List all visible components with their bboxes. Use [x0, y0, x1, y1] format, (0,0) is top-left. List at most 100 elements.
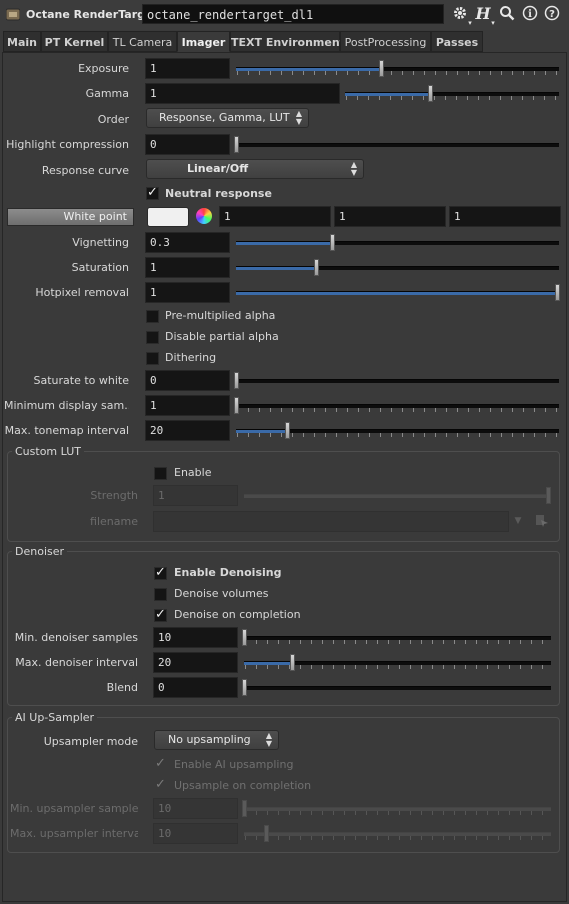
- node-name-field[interactable]: octane_rendertarget_dl1: [142, 4, 444, 24]
- min-upsampler-samples-slider-handle: [242, 800, 247, 817]
- strength-slider-handle: [546, 487, 551, 504]
- saturation-label: Saturation: [71, 261, 129, 274]
- pre-multiplied-alpha-checkbox[interactable]: [146, 310, 159, 323]
- min-upsampler-samples-slider-ticks: [245, 811, 551, 815]
- custom-lut-enable-checkbox[interactable]: [154, 467, 167, 480]
- min-denoiser-samples-field[interactable]: 10: [153, 627, 238, 648]
- file-browse-icon: [535, 513, 549, 527]
- highlight-compression-slider-handle[interactable]: [234, 136, 239, 153]
- enable-denoising-label: Enable Denoising: [174, 566, 282, 579]
- strength-field: 1: [153, 485, 238, 506]
- exposure-slider[interactable]: [236, 67, 559, 71]
- exposure-field[interactable]: 1: [145, 58, 230, 79]
- node-type-icon: [6, 8, 20, 21]
- svg-text:?: ?: [549, 9, 555, 20]
- dropdown-arrows-icon: ▲ ▼: [295, 109, 302, 126]
- hotpixel-removal-label: Hotpixel removal: [35, 286, 129, 299]
- order-dropdown[interactable]: Response, Gamma, LUT ▲ ▼: [146, 108, 309, 128]
- tab-tl-camera[interactable]: TL Camera: [108, 31, 177, 52]
- enable-denoising-checkbox[interactable]: ✓: [154, 566, 167, 580]
- white-point-b-field[interactable]: 1: [449, 206, 561, 227]
- upsample-on-completion-checkbox: ✓: [155, 777, 166, 792]
- denoise-volumes-checkbox[interactable]: [154, 588, 167, 601]
- min-denoiser-samples-slider-handle[interactable]: [242, 629, 247, 646]
- color-wheel-icon[interactable]: [196, 208, 212, 224]
- saturate-to-white-label: Saturate to white: [33, 374, 130, 387]
- denoise-on-completion-checkbox[interactable]: ✓: [154, 608, 167, 622]
- denoise-volumes-label: Denoise volumes: [174, 587, 269, 600]
- hotpixel-removal-slider-handle[interactable]: [555, 284, 560, 301]
- upsampler-mode-dropdown[interactable]: No upsampling ▲ ▼: [154, 730, 279, 750]
- gamma-label: Gamma: [85, 87, 129, 100]
- hotpixel-removal-slider[interactable]: [236, 291, 559, 295]
- hotpixel-removal-field[interactable]: 1: [145, 282, 230, 303]
- search-icon[interactable]: [498, 5, 516, 23]
- tab-imager[interactable]: Imager: [177, 31, 230, 52]
- white-point-swatch[interactable]: [147, 207, 189, 227]
- highlight-compression-slider[interactable]: [236, 143, 559, 147]
- chevron-down-icon[interactable]: ▾: [489, 14, 497, 32]
- pre-multiplied-alpha-label: Pre-multiplied alpha: [165, 309, 276, 322]
- highlight-compression-field[interactable]: 0: [145, 134, 230, 155]
- neutral-response-checkbox[interactable]: ✓: [146, 186, 159, 200]
- blend-slider-handle[interactable]: [242, 679, 247, 696]
- disable-partial-alpha-checkbox[interactable]: [146, 331, 159, 344]
- blend-label: Blend: [106, 681, 138, 694]
- max-denoiser-interval-slider-handle[interactable]: [290, 654, 295, 671]
- order-value: Response, Gamma, LUT: [159, 111, 290, 124]
- dropdown-arrows-icon: ▲ ▼: [350, 160, 357, 177]
- tab-passes[interactable]: Passes: [431, 31, 483, 52]
- vignetting-field[interactable]: 0.3: [145, 232, 230, 253]
- min-display-samples-slider-handle[interactable]: [234, 397, 239, 414]
- tab-main[interactable]: Main: [3, 31, 41, 52]
- order-label: Order: [97, 113, 129, 126]
- min-display-samples-field[interactable]: 1: [145, 395, 230, 416]
- saturation-slider[interactable]: [236, 266, 559, 270]
- gamma-field[interactable]: 1: [145, 83, 340, 104]
- neutral-response-label: Neutral response: [165, 187, 272, 200]
- vignetting-slider-handle[interactable]: [330, 234, 335, 251]
- response-curve-dropdown[interactable]: Linear/Off ▲ ▼: [146, 159, 364, 179]
- custom-lut-title: Custom LUT: [12, 445, 84, 458]
- saturate-to-white-field[interactable]: 0: [145, 370, 230, 391]
- info-icon[interactable]: i: [521, 5, 539, 23]
- help-icon[interactable]: ?: [543, 5, 561, 23]
- min-denoiser-samples-label: Min. denoiser samples: [14, 631, 138, 644]
- min-denoiser-samples-slider[interactable]: [244, 636, 551, 640]
- white-point-label[interactable]: White point: [7, 208, 134, 226]
- chevron-down-icon[interactable]: ▾: [466, 14, 474, 32]
- min-display-samples-slider[interactable]: [236, 404, 559, 408]
- tab-text-environment[interactable]: TEXT Environment: [230, 31, 345, 52]
- saturate-to-white-slider[interactable]: [236, 379, 559, 383]
- max-tonemap-interval-field[interactable]: 20: [145, 420, 230, 441]
- filename-label: filename: [90, 515, 138, 528]
- saturation-field[interactable]: 1: [145, 257, 230, 278]
- upsample-on-completion-label: Upsample on completion: [174, 779, 312, 792]
- tab-postprocessing[interactable]: PostProcessing: [340, 31, 431, 52]
- blend-field[interactable]: 0: [153, 677, 238, 698]
- white-point-r-field[interactable]: 1: [219, 206, 331, 227]
- exposure-slider-handle[interactable]: [379, 60, 384, 77]
- max-upsampler-interval-slider: [244, 832, 551, 836]
- min-upsampler-samples-slider: [244, 807, 551, 811]
- gamma-slider-ticks: [346, 96, 559, 100]
- gamma-slider[interactable]: [345, 92, 559, 96]
- response-curve-value: Linear/Off: [187, 162, 249, 175]
- min-display-samples-slider-ticks: [237, 408, 559, 412]
- tab-pt-kernel[interactable]: PT Kernel: [41, 31, 108, 52]
- max-tonemap-interval-slider-handle[interactable]: [285, 422, 290, 439]
- min-upsampler-samples-label: Min. upsampler samples: [10, 802, 138, 815]
- max-tonemap-interval-label: Max. tonemap interval: [4, 424, 129, 437]
- vignetting-label: Vignetting: [72, 236, 129, 249]
- denoise-on-completion-label: Denoise on completion: [174, 608, 301, 621]
- gamma-slider-handle[interactable]: [428, 85, 433, 102]
- dithering-checkbox[interactable]: [146, 352, 159, 365]
- max-denoiser-interval-field[interactable]: 20: [153, 652, 238, 673]
- saturate-to-white-slider-handle[interactable]: [234, 372, 239, 389]
- white-point-g-field[interactable]: 1: [334, 206, 446, 227]
- vignetting-slider[interactable]: [236, 241, 559, 245]
- saturation-slider-handle[interactable]: [314, 259, 319, 276]
- min-denoiser-samples-slider-ticks: [245, 640, 551, 644]
- dithering-label: Dithering: [165, 351, 217, 364]
- blend-slider[interactable]: [244, 686, 551, 690]
